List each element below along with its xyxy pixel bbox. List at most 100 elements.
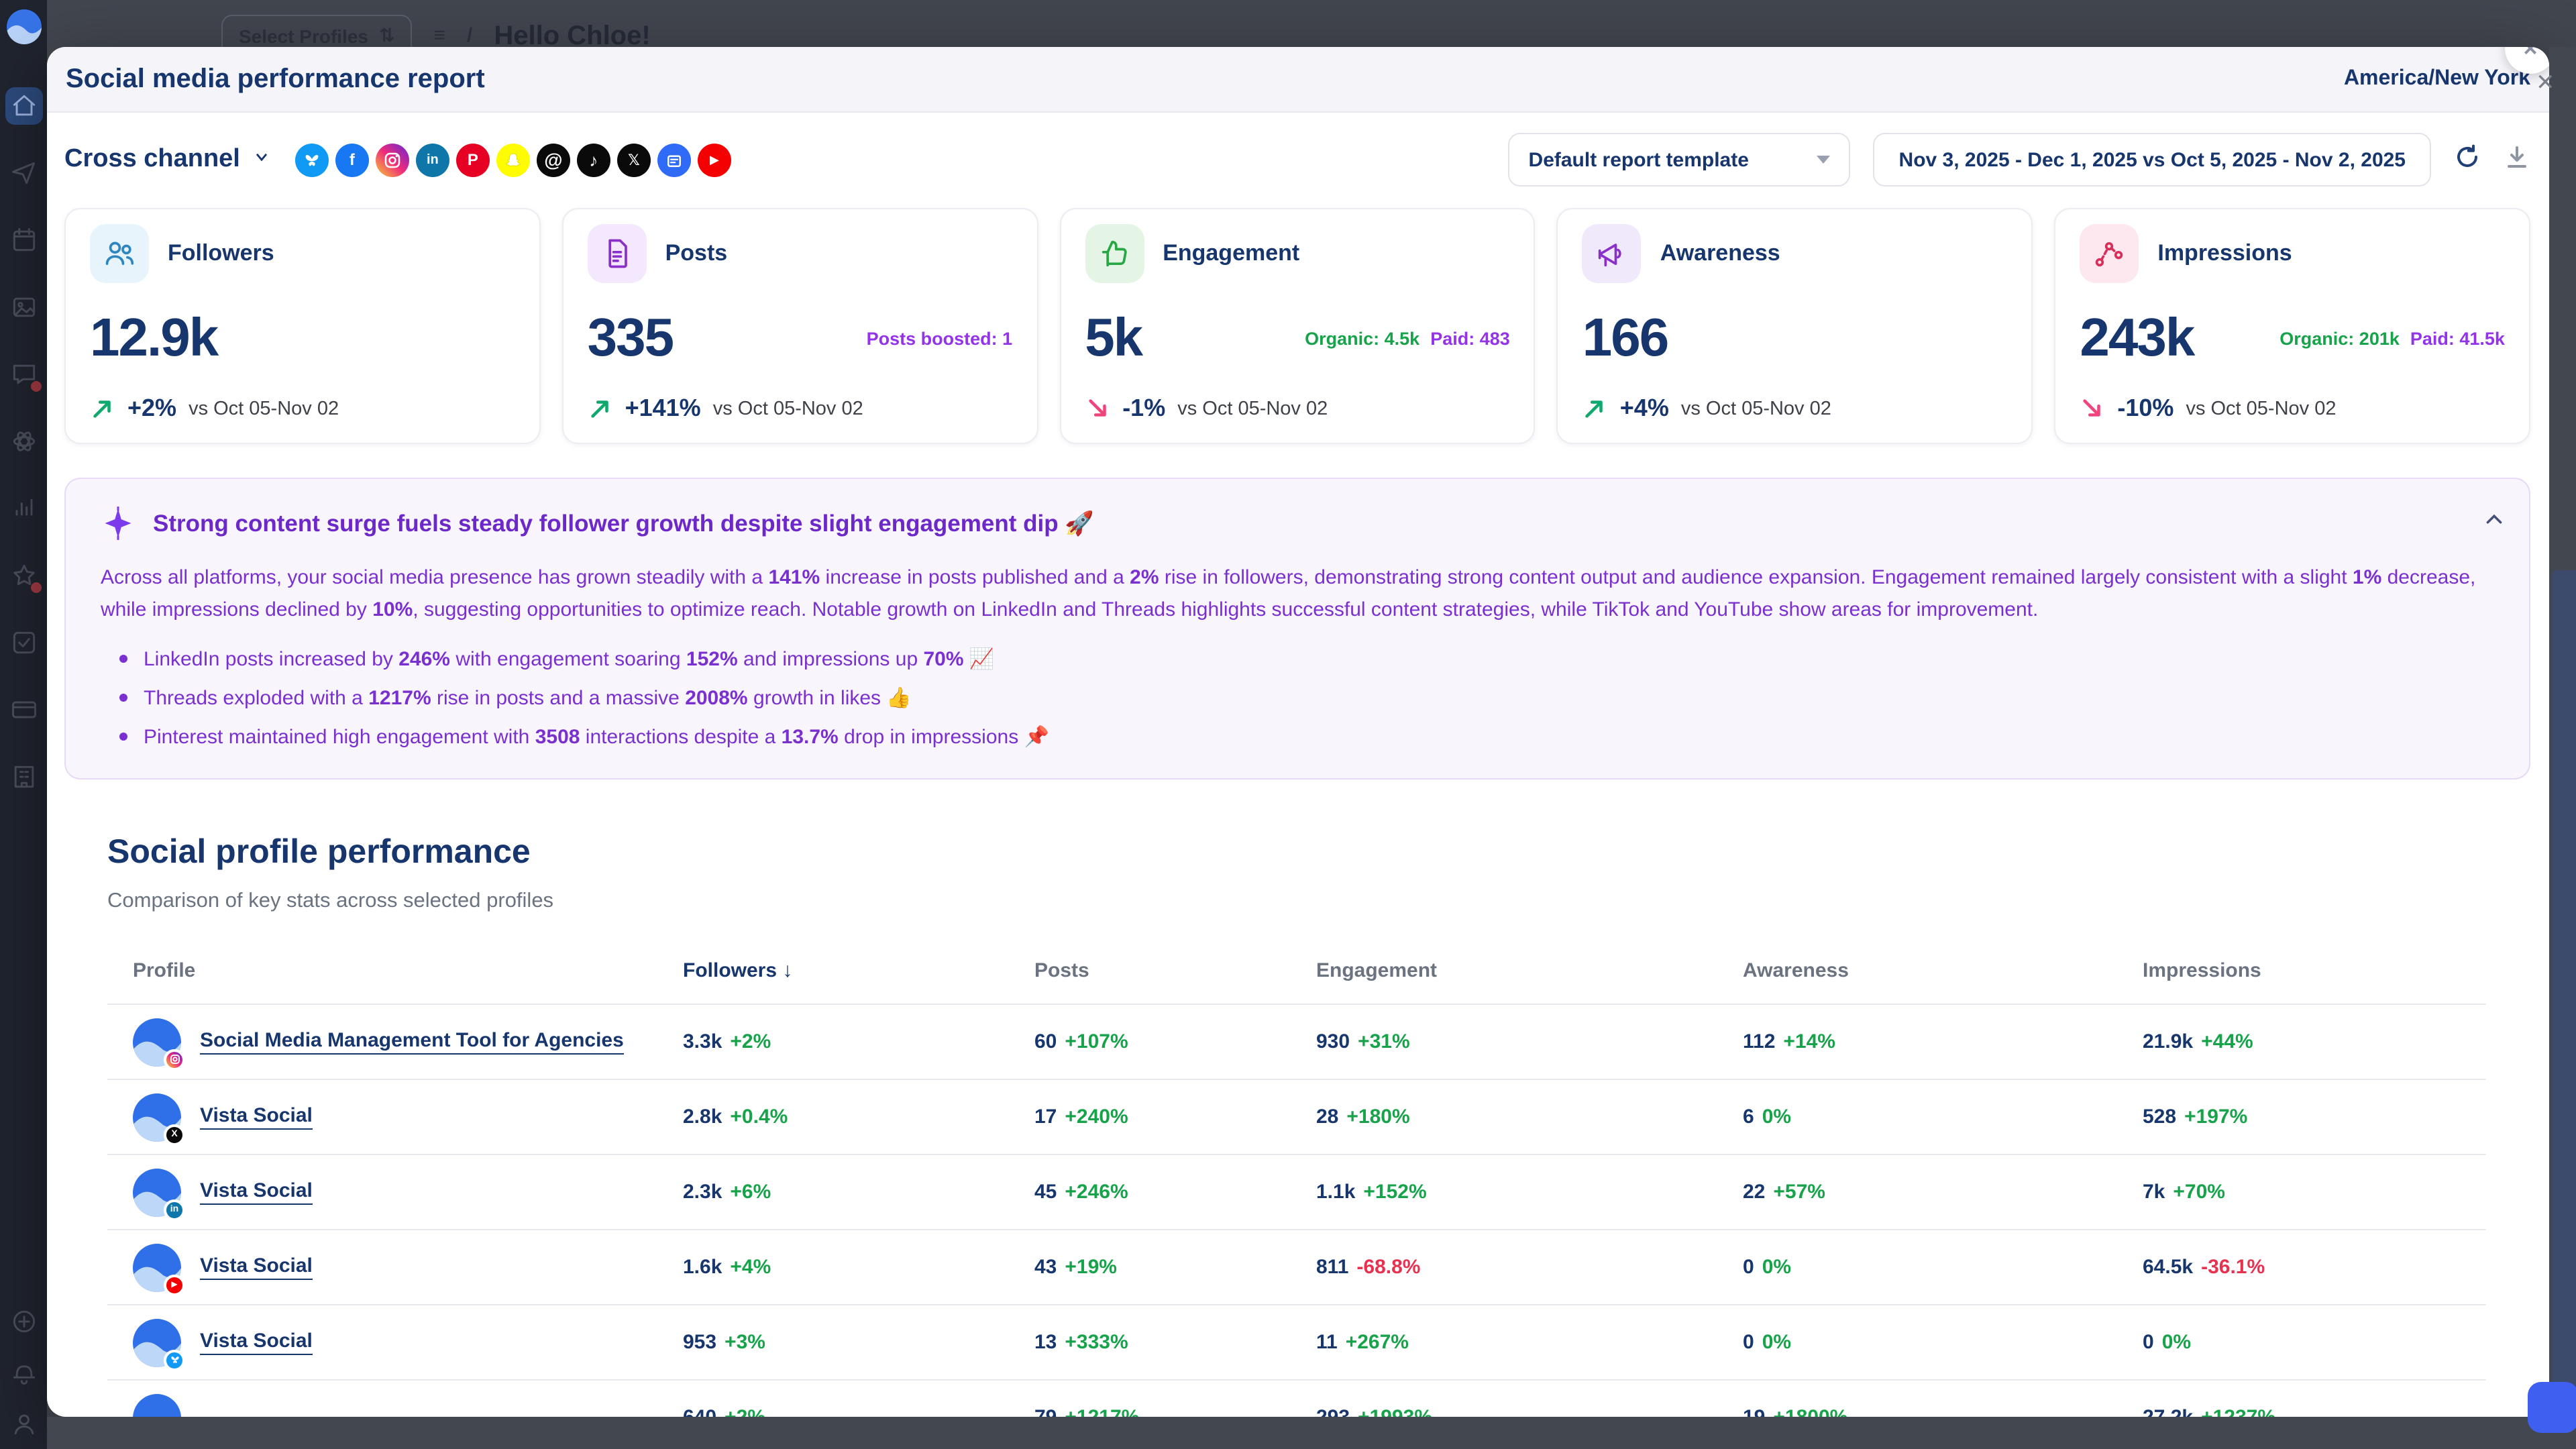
- tiktok-icon: ♪: [577, 143, 610, 176]
- report-modal: × Social media performance report Americ…: [47, 47, 2549, 1417]
- menu-icon[interactable]: ≡: [433, 24, 445, 47]
- sort-desc-icon: ↓: [782, 960, 792, 983]
- cell-followers-change: +4%: [730, 1256, 771, 1279]
- posts-icon: [588, 224, 647, 283]
- profile-link[interactable]: Social Media Management Tool for Agencie…: [200, 1030, 624, 1055]
- card-change: -10%: [2117, 394, 2174, 423]
- card-value: 243k: [2080, 309, 2194, 369]
- cell-awareness-change: 0%: [1762, 1256, 1791, 1279]
- add-profile-icon[interactable]: [9, 1307, 38, 1336]
- background-close-icon[interactable]: ✕: [2536, 70, 2555, 97]
- report-template-value: Default report template: [1529, 148, 1749, 171]
- profile-avatar: [133, 1395, 181, 1417]
- analytics-icon[interactable]: [9, 494, 38, 523]
- media-icon[interactable]: [9, 292, 38, 322]
- user-avatar-icon[interactable]: [9, 1409, 38, 1438]
- download-icon[interactable]: [2504, 143, 2530, 176]
- followers-card: Followers 12.9k +2% vs Oct 05-Nov 02: [64, 208, 541, 444]
- company-icon[interactable]: [9, 762, 38, 792]
- awareness-icon: [1582, 224, 1642, 283]
- col-profile[interactable]: Profile: [133, 960, 683, 983]
- cell-awareness-change: +57%: [1773, 1181, 1825, 1203]
- card-compare: vs Oct 05-Nov 02: [713, 398, 863, 419]
- date-range-button[interactable]: Nov 3, 2025 - Dec 1, 2025 vs Oct 5, 2025…: [1874, 133, 2431, 186]
- col-engagement[interactable]: Engagement: [1316, 960, 1743, 983]
- engagement-card: Engagement 5k Organic: 4.5k Paid: 483 -1…: [1059, 208, 1536, 444]
- publish-icon[interactable]: [9, 158, 38, 188]
- cell-followers: 1.6k: [683, 1256, 722, 1279]
- cell-followers-change: +6%: [730, 1181, 771, 1203]
- platform-icons: f in P @ ♪ 𝕏 ▶: [295, 143, 731, 176]
- tasks-icon[interactable]: [9, 628, 38, 657]
- cell-posts: 45: [1034, 1181, 1057, 1203]
- channel-selector[interactable]: Cross channel: [64, 145, 271, 174]
- profile-link[interactable]: Vista Social: [200, 1255, 313, 1281]
- awareness-card: Awareness 166 +4% vs Oct 05-Nov 02: [1557, 208, 2033, 444]
- cell-followers: 2.8k: [683, 1106, 722, 1128]
- col-awareness[interactable]: Awareness: [1743, 960, 2143, 983]
- linkedin-icon: in: [416, 143, 449, 176]
- cell-impressions-change: -36.1%: [2201, 1256, 2265, 1279]
- ai-summary-panel: Strong content surge fuels steady follow…: [64, 478, 2530, 780]
- trend-up-icon: [588, 396, 613, 421]
- card-compare: vs Oct 05-Nov 02: [189, 398, 339, 419]
- profile-link[interactable]: Vista Social: [200, 1180, 313, 1205]
- profile-link[interactable]: Vista Social: [200, 1330, 313, 1356]
- col-impressions[interactable]: Impressions: [2143, 960, 2486, 983]
- cell-awareness: 19: [1743, 1407, 1765, 1417]
- vista-social-logo: [7, 9, 42, 44]
- timezone-label[interactable]: America/New York: [2344, 67, 2530, 91]
- billing-icon[interactable]: [9, 695, 38, 724]
- cell-followers-change: +2%: [730, 1030, 771, 1053]
- notification-dot: [30, 582, 41, 593]
- chat-widget-button[interactable]: [2528, 1382, 2576, 1433]
- profiles-table: Profile Followers ↓ Posts Engagement Awa…: [107, 960, 2486, 1417]
- paid-label: Paid: 483: [1430, 329, 1510, 349]
- profile-avatar: ▶: [133, 1244, 181, 1292]
- instagram-icon: [376, 143, 409, 176]
- refresh-icon[interactable]: [2454, 143, 2481, 176]
- cell-awareness-change: +1800%: [1773, 1407, 1847, 1417]
- trend-up-icon: [1582, 396, 1608, 421]
- section-subtitle: Comparison of key stats across selected …: [107, 890, 2486, 914]
- organic-label: Organic: 4.5k: [1305, 329, 1419, 349]
- profile-performance-section: Social profile performance Comparison of…: [107, 834, 2486, 1417]
- profile-avatar: [133, 1319, 181, 1367]
- cell-posts: 17: [1034, 1106, 1057, 1128]
- modal-title: Social media performance report: [66, 64, 485, 95]
- cell-posts-change: +246%: [1065, 1181, 1128, 1203]
- card-value: 5k: [1085, 309, 1142, 369]
- cell-awareness: 22: [1743, 1181, 1765, 1203]
- collapse-chevron-up-icon[interactable]: [2483, 508, 2505, 537]
- notifications-bell-icon[interactable]: [9, 1358, 38, 1387]
- snapchat-icon: [496, 143, 530, 176]
- calendar-icon[interactable]: [9, 225, 38, 255]
- profile-avatar: [133, 1018, 181, 1067]
- col-followers-sorted[interactable]: Followers ↓: [683, 960, 1034, 983]
- reviews-icon[interactable]: [9, 561, 38, 590]
- cell-awareness: 0: [1743, 1256, 1754, 1279]
- organic-label: Organic: 201k: [2279, 329, 2400, 349]
- connect-icon[interactable]: [9, 427, 38, 456]
- cell-impressions: 528: [2143, 1106, 2176, 1128]
- cell-followers: 953: [683, 1331, 716, 1354]
- impressions-card: Impressions 243k Organic: 201k Paid: 41.…: [2054, 208, 2530, 444]
- table-row: ▶ Vista Social 1.6k+4% 43+19% 811-68.8% …: [107, 1231, 2486, 1306]
- card-compare: vs Oct 05-Nov 02: [1681, 398, 1831, 419]
- cell-engagement: 930: [1316, 1030, 1350, 1053]
- profile-avatar: X: [133, 1093, 181, 1142]
- dimmed-page-bottom: [47, 1417, 2576, 1449]
- report-template-select[interactable]: Default report template: [1509, 133, 1851, 186]
- cell-impressions-change: +70%: [2173, 1181, 2225, 1203]
- posts-card: Posts 335 Posts boosted: 1 +141% vs Oct …: [562, 208, 1038, 444]
- cell-awareness: 6: [1743, 1106, 1754, 1128]
- home-icon[interactable]: [5, 87, 42, 125]
- col-posts[interactable]: Posts: [1034, 960, 1316, 983]
- card-label: Posts: [665, 240, 728, 267]
- profile-link[interactable]: Vista Social: [200, 1105, 313, 1130]
- card-change: +2%: [127, 394, 176, 423]
- cell-posts-change: +1217%: [1065, 1407, 1139, 1417]
- card-label: Followers: [168, 240, 274, 267]
- inbox-chat-icon[interactable]: [9, 360, 38, 389]
- ai-summary-title: Strong content surge fuels steady follow…: [153, 509, 1094, 537]
